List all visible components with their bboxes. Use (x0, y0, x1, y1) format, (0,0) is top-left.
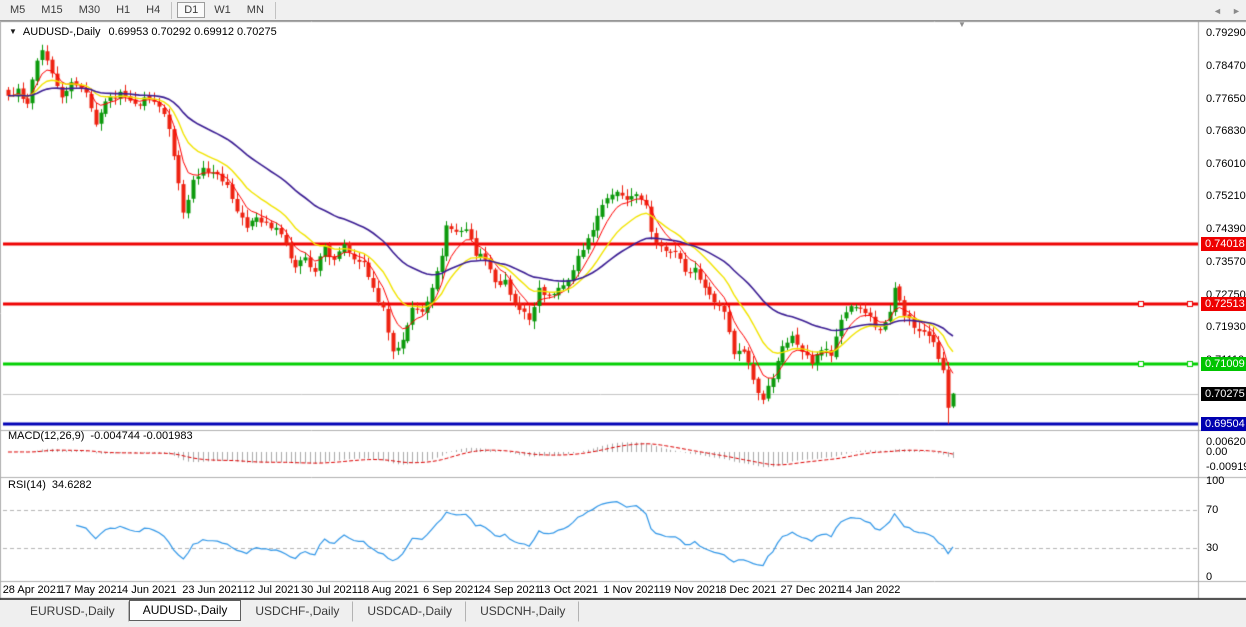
chart-canvas[interactable] (0, 0, 1246, 627)
timeframe-button[interactable]: H4 (139, 2, 173, 19)
time-axis-label: 14 Jan 2022 (839, 584, 901, 596)
tab-scroll-left-icon[interactable]: ◄ (1213, 6, 1222, 16)
rsi-title: RSI(14) (8, 479, 46, 491)
hline-price-label[interactable]: 0.71009 (1201, 357, 1246, 372)
price-axis-label: 0.73570 (1206, 255, 1246, 268)
symbol-tabbar: EURUSD-,Daily AUDUSD-,Daily USDCHF-,Dail… (0, 600, 1246, 627)
timeframe-button[interactable]: MN (240, 2, 277, 19)
chart-quote-values: 0.69953 0.70292 0.69912 0.70275 (108, 26, 277, 38)
timeframe-button[interactable]: W1 (207, 2, 238, 18)
macd-values: -0.004744 -0.001983 (90, 430, 193, 442)
timeframe-button[interactable]: M30 (72, 2, 107, 18)
price-axis-label: 0.76830 (1206, 125, 1246, 138)
hline-price-label[interactable]: 0.74018 (1201, 236, 1246, 251)
terminal-window: M5 M15 M30 H1 H4 D1 W1 MN ▼ AUDUSD-,Daily… (0, 0, 1246, 627)
symbol-tab[interactable]: AUDUSD-,Daily (128, 600, 242, 621)
chart-shift-marker-icon[interactable]: ▼ (958, 20, 966, 29)
rsi-scale-label: 30 (1206, 541, 1219, 554)
hline-price-label[interactable]: 0.69504 (1201, 417, 1246, 432)
chart-symbol-label: AUDUSD-,Daily (22, 26, 101, 38)
price-axis-label: 0.79290 (1206, 27, 1246, 39)
collapse-chart-icon[interactable]: ▼ (9, 27, 17, 36)
symbol-tab[interactable]: USDCAD-,Daily (353, 601, 467, 622)
timeframe-button[interactable]: M5 (3, 2, 32, 18)
hline-price-label[interactable]: 0.70275 (1201, 386, 1246, 401)
price-axis-label: 0.77650 (1206, 92, 1246, 105)
chart-header: ▼ AUDUSD-,Daily 0.69953 0.70292 0.69912 0.… (9, 26, 277, 38)
rsi-indicator-header: RSI(14) 34.6282 (8, 479, 92, 491)
macd-title: MACD(12,26,9) (8, 430, 85, 442)
symbol-tab[interactable]: USDCHF-,Daily (241, 601, 354, 622)
price-axis-label: 0.78470 (1206, 59, 1246, 72)
timeframe-toolbar: M5 M15 M30 H1 H4 D1 W1 MN (0, 0, 1246, 21)
timeframe-button[interactable]: H1 (109, 2, 137, 18)
rsi-value: 34.6282 (51, 479, 92, 491)
rsi-scale-label: 0 (1206, 570, 1213, 583)
hline-price-label[interactable]: 0.72513 (1201, 297, 1246, 312)
timeframe-button[interactable]: D1 (177, 2, 206, 18)
tab-scroll-right-icon[interactable]: ► (1232, 6, 1241, 16)
price-axis-label: 0.75210 (1206, 190, 1246, 203)
macd-indicator-header: MACD(12,26,9) -0.004744 -0.001983 (8, 430, 193, 442)
rsi-scale-label: 70 (1206, 503, 1219, 516)
price-axis-label: 0.76010 (1206, 158, 1246, 171)
macd-scale-label: 0.00 (1206, 446, 1228, 458)
symbol-tab[interactable]: USDCNH-,Daily (466, 601, 580, 622)
symbol-tab[interactable]: EURUSD-,Daily (16, 601, 129, 622)
rsi-scale-label: 100 (1206, 475, 1225, 488)
timeframe-button[interactable]: M15 (34, 2, 69, 18)
price-axis-label: 0.74390 (1206, 223, 1246, 235)
macd-scale-label: -0.009197 (1206, 461, 1246, 474)
price-axis-label: 0.71930 (1206, 321, 1246, 334)
